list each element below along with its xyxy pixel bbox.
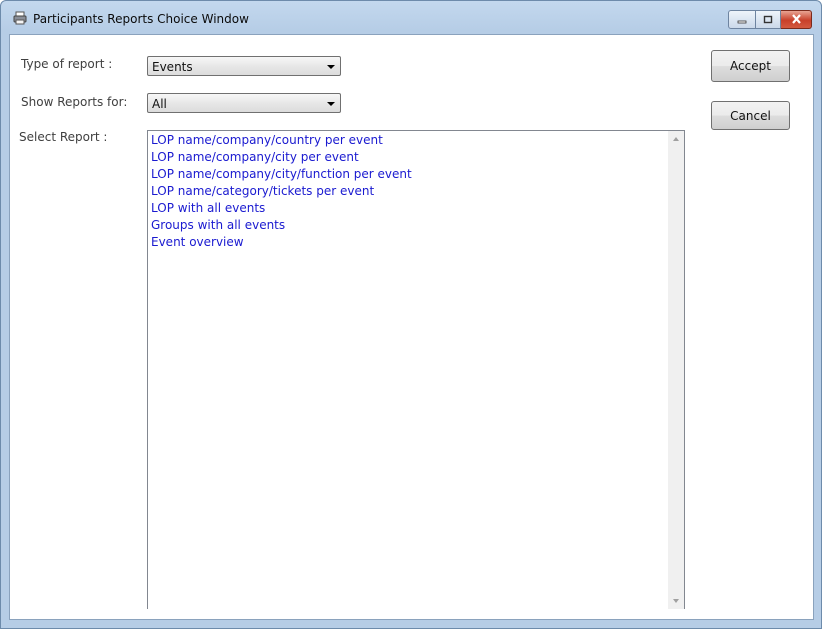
list-item[interactable]: LOP name/company/country per event — [151, 133, 383, 147]
title-bar[interactable]: Participants Reports Choice Window — [1, 1, 821, 34]
type-of-report-value: Events — [152, 60, 193, 74]
show-reports-for-select[interactable]: All — [147, 93, 341, 113]
list-item[interactable]: LOP name/company/city/function per event — [151, 167, 412, 181]
list-item[interactable]: Groups with all events — [151, 218, 285, 232]
cancel-button[interactable]: Cancel — [711, 101, 790, 130]
list-item[interactable]: LOP with all events — [151, 201, 265, 215]
type-of-report-label: Type of report : — [21, 57, 113, 71]
select-report-label: Select Report : — [19, 130, 108, 144]
list-item[interactable]: Event overview — [151, 235, 244, 249]
scroll-down-arrow-icon[interactable] — [673, 599, 679, 603]
minimize-icon — [737, 13, 747, 27]
close-button[interactable] — [781, 10, 812, 29]
vertical-scrollbar[interactable] — [668, 131, 684, 609]
show-reports-for-label: Show Reports for: — [21, 95, 128, 109]
chevron-down-icon — [327, 65, 335, 69]
window-title: Participants Reports Choice Window — [33, 12, 249, 26]
accept-button[interactable]: Accept — [711, 50, 790, 82]
show-reports-for-value: All — [152, 97, 167, 111]
list-item[interactable]: LOP name/company/city per event — [151, 150, 359, 164]
report-choice-window: Participants Reports Choice Window Type … — [0, 0, 822, 629]
window-controls — [728, 10, 812, 29]
maximize-icon — [763, 13, 773, 27]
close-icon — [791, 13, 802, 27]
minimize-button[interactable] — [728, 10, 756, 29]
chevron-down-icon — [327, 102, 335, 106]
list-item[interactable]: LOP name/category/tickets per event — [151, 184, 374, 198]
dialog-body: Type of report : Events Show Reports for… — [9, 34, 814, 620]
printer-icon — [13, 11, 27, 25]
type-of-report-select[interactable]: Events — [147, 56, 341, 76]
scroll-up-arrow-icon[interactable] — [673, 137, 679, 141]
report-list[interactable]: LOP name/company/country per event LOP n… — [147, 130, 685, 609]
maximize-button[interactable] — [756, 10, 781, 29]
